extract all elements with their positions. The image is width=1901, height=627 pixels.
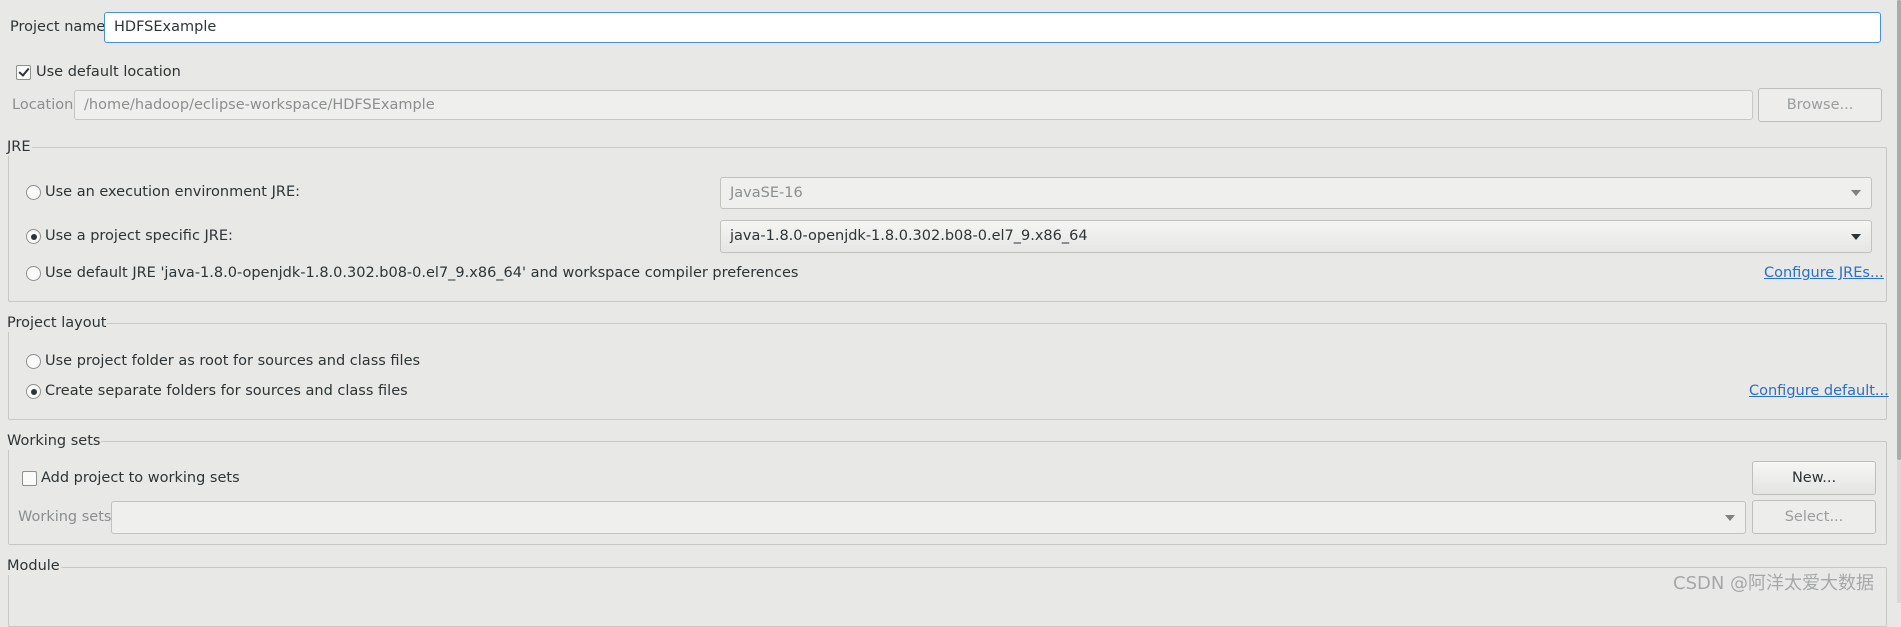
project-specific-jre-radio[interactable] [26, 229, 41, 244]
module-group [8, 567, 1887, 627]
configure-default-link[interactable]: Configure default... [1749, 382, 1889, 400]
exec-env-jre-combo[interactable]: JavaSE-16 [720, 177, 1872, 209]
root-folder-label: Use project folder as root for sources a… [45, 353, 421, 369]
jre-group-title: JRE [6, 138, 32, 156]
location-label: Location: [12, 97, 79, 113]
new-working-set-button[interactable]: New... [1752, 461, 1876, 495]
configure-jres-link[interactable]: Configure JREs... [1764, 264, 1884, 282]
vertical-scrollbar[interactable] [1897, 0, 1901, 603]
project-name-input[interactable]: HDFSExample [104, 12, 1881, 43]
project-layout-group-title: Project layout [6, 314, 108, 332]
working-sets-group-title: Working sets [6, 432, 102, 450]
select-working-sets-button[interactable]: Select... [1752, 500, 1876, 534]
project-specific-jre-label: Use a project specific JRE: [45, 228, 233, 244]
project-name-label: Project name: [10, 19, 111, 35]
project-specific-jre-value: java-1.8.0-openjdk-1.8.0.302.b08-0.el7_9… [730, 228, 1088, 244]
chevron-down-icon [1850, 178, 1862, 208]
exec-env-jre-label: Use an execution environment JRE: [45, 184, 301, 200]
exec-env-jre-radio[interactable] [26, 185, 41, 200]
separate-folders-radio[interactable] [26, 384, 41, 399]
browse-button[interactable]: Browse... [1758, 88, 1882, 122]
default-jre-radio[interactable] [26, 266, 41, 281]
default-jre-label: Use default JRE 'java-1.8.0-openjdk-1.8.… [45, 265, 799, 281]
project-specific-jre-combo[interactable]: java-1.8.0-openjdk-1.8.0.302.b08-0.el7_9… [720, 220, 1872, 253]
location-input[interactable]: /home/hadoop/eclipse-workspace/HDFSExamp… [74, 90, 1753, 120]
use-default-location-label: Use default location [36, 64, 181, 80]
add-to-working-sets-checkbox[interactable] [22, 471, 37, 486]
exec-env-jre-value: JavaSE-16 [730, 185, 803, 201]
use-default-location-checkbox[interactable] [16, 65, 31, 80]
project-layout-group [8, 323, 1887, 420]
separate-folders-label: Create separate folders for sources and … [45, 383, 408, 399]
module-group-title: Module [6, 557, 61, 575]
watermark-text: CSDN @阿洋太爱大数据 [1673, 573, 1875, 594]
chevron-down-icon [1850, 221, 1862, 252]
add-to-working-sets-label: Add project to working sets [41, 470, 240, 486]
root-folder-radio[interactable] [26, 354, 41, 369]
chevron-down-icon [1724, 502, 1736, 533]
working-sets-label: Working sets: [18, 509, 117, 525]
scrollbar-thumb[interactable] [1897, 0, 1901, 460]
working-sets-combo[interactable] [111, 501, 1746, 534]
